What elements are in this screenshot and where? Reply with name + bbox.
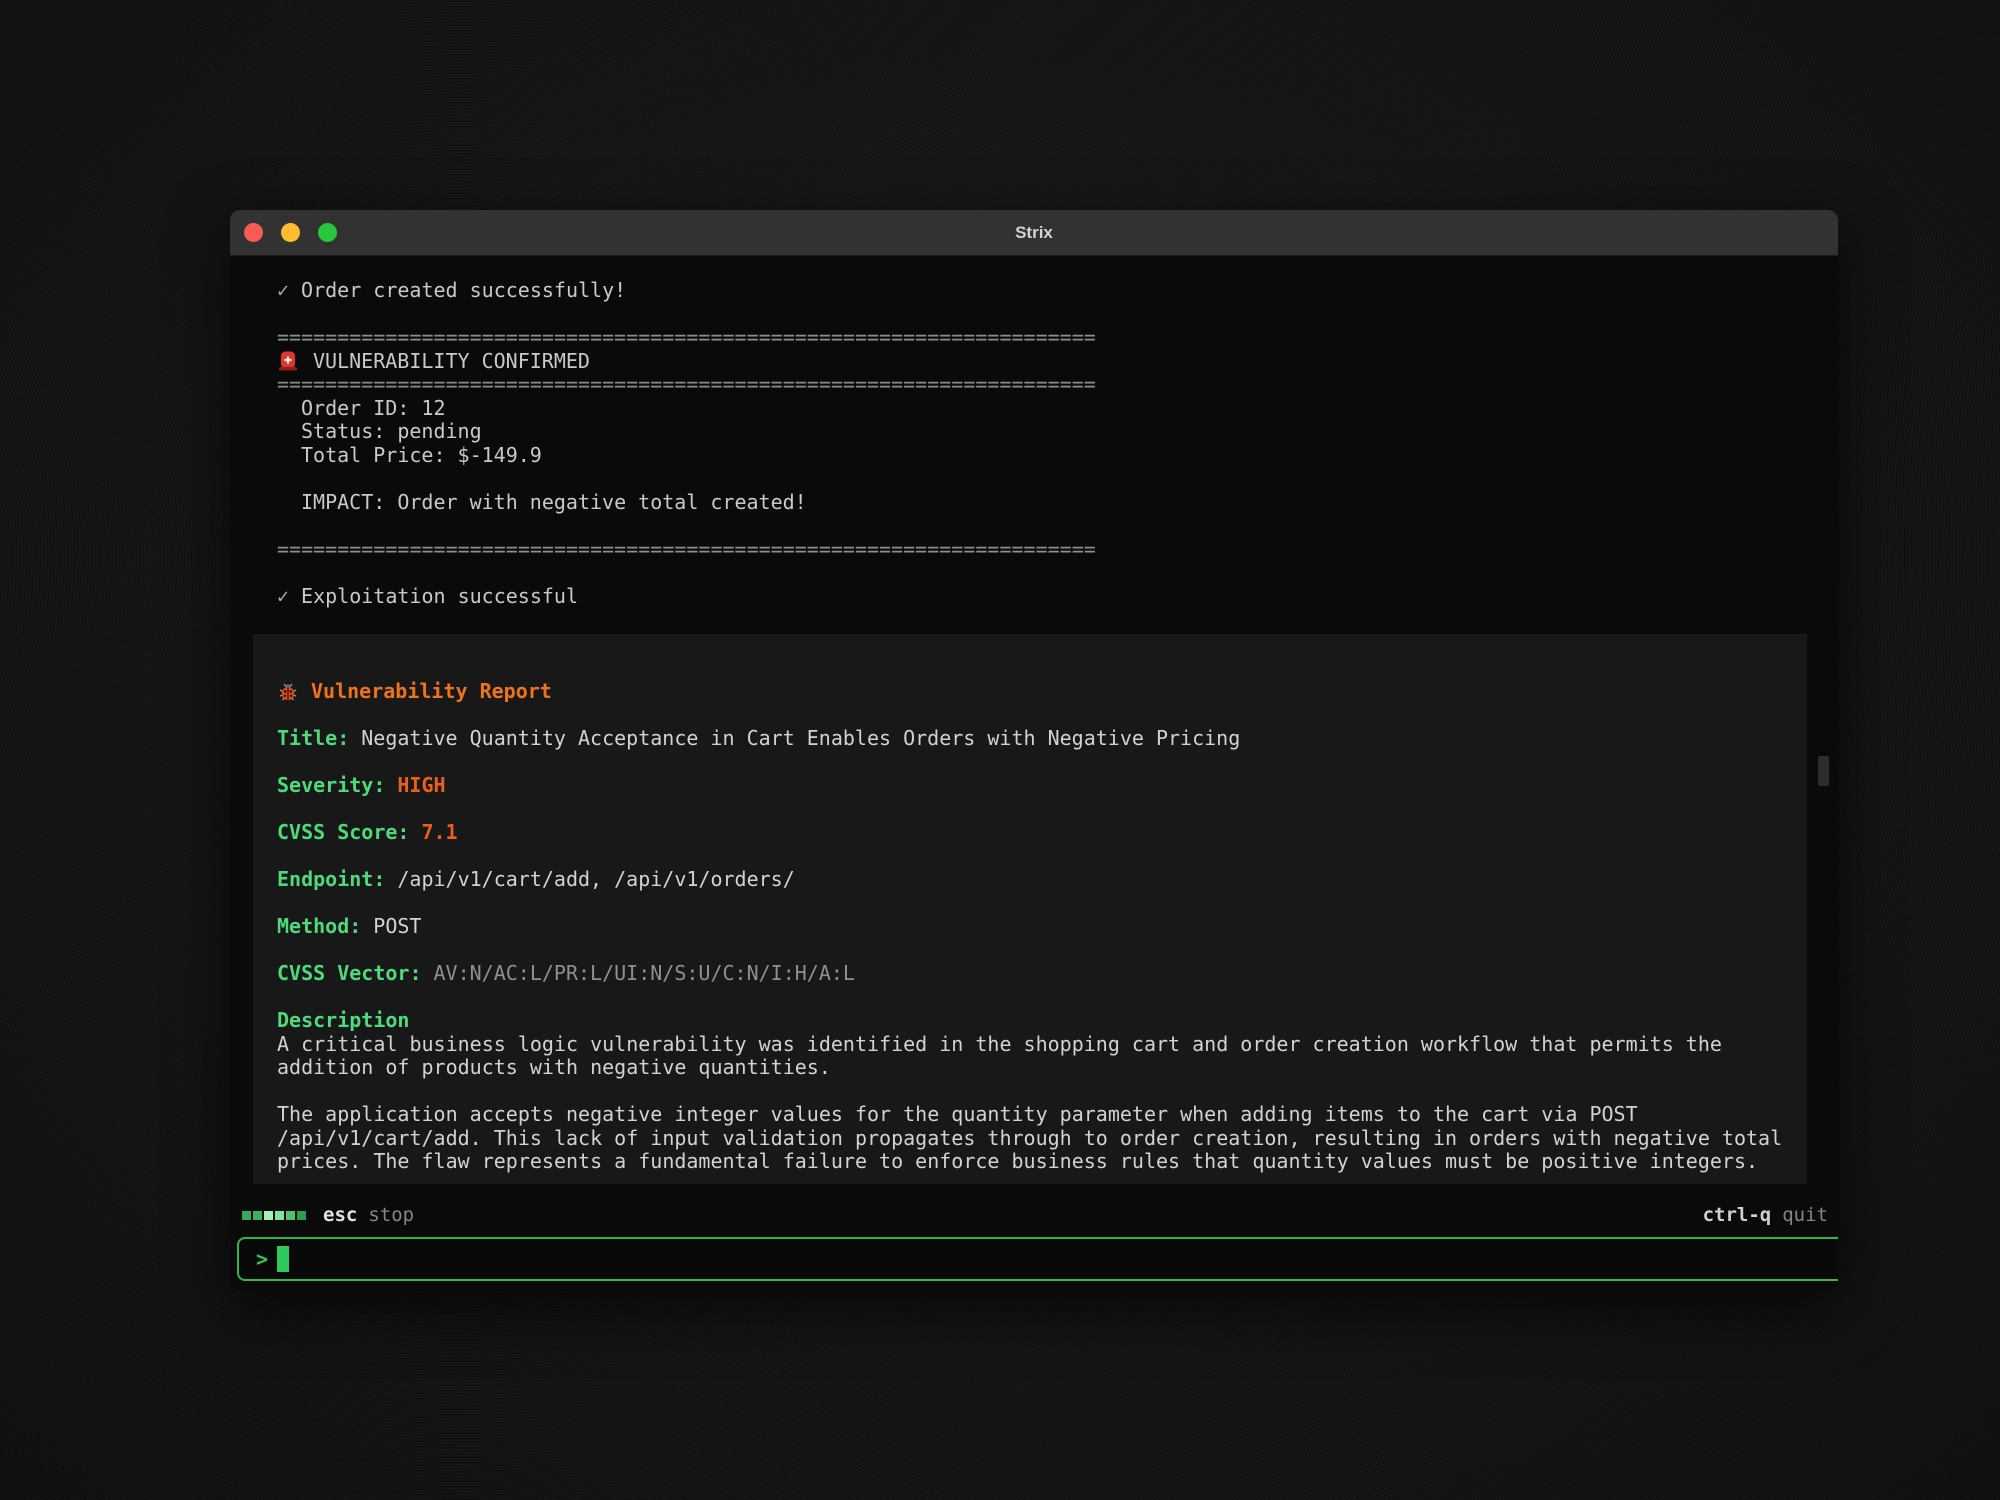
prompt-symbol: > [256,1247,268,1271]
report-header-text: Vulnerability Report [311,680,552,704]
spinner-block [242,1211,251,1220]
spinner-block [264,1211,273,1220]
description-paragraph: The application accepts negative integer… [277,1103,1782,1174]
field-label: Severity: [277,773,385,797]
quit-hint-label: quit [1782,1204,1828,1226]
siren-icon [277,350,299,372]
spacer [277,514,1838,538]
spacer [277,467,1838,491]
field-value: HIGH [397,773,445,797]
terminal-log: ✓ Order created successfully! ===========… [230,256,1838,608]
spinner-block [275,1211,284,1220]
field-label: Title: [277,726,349,750]
log-exploitation-successful: ✓ Exploitation successful [277,585,1838,609]
terminal-scrollback[interactable]: ✓ Order created successfully! ===========… [230,256,1838,1184]
field-value: AV:N/AC:L/PR:L/UI:N/S:U/C:N/I:H/A:L [434,961,855,985]
divider-line: ========================================… [277,373,1838,397]
status-left: esc stop [242,1204,414,1226]
desktop-background: Strix ✓ Order created successfully! =====… [0,0,2000,1500]
field-value: /api/v1/cart/add, /api/v1/orders/ [397,867,794,891]
field-value: 7.1 [421,820,457,844]
status-right: ctrl-q quit [1703,1204,1828,1226]
banner-title-text: VULNERABILITY CONFIRMED [313,350,590,374]
divider-line: ========================================… [277,326,1838,350]
field-value: Negative Quantity Acceptance in Cart Ena… [361,726,1240,750]
field-label: Method: [277,914,361,938]
report-field-cvss-vector: CVSS Vector: AV:N/AC:L/PR:L/UI:N/S:U/C:N/… [277,962,1783,986]
vulnerability-report-panel: Vulnerability Report Title: Negative Quan… [253,634,1807,1184]
spinner-block [297,1211,306,1220]
report-field-cvss-score: CVSS Score: 7.1 [277,821,1783,845]
window-title: Strix [230,210,1838,255]
field-label: CVSS Vector: [277,961,422,985]
stop-hint-label: stop [368,1204,414,1226]
activity-spinner-icon [242,1211,306,1220]
description-heading: Description [277,1009,1783,1033]
spacer [277,303,1838,327]
check-icon: ✓ [277,278,289,302]
spinner-block [253,1211,262,1220]
report-field-method: Method: POST [277,915,1783,939]
impact-line: IMPACT: Order with negative total create… [277,491,1838,515]
window-titlebar[interactable]: Strix [230,210,1838,256]
spacer [277,561,1838,585]
report-header: Vulnerability Report [277,680,1783,704]
status-bar: esc stop ctrl-q quit [230,1198,1838,1232]
bug-icon [277,681,299,703]
ctrl-q-key-hint[interactable]: ctrl-q [1703,1204,1772,1226]
spinner-block [286,1211,295,1220]
terminal-body: ✓ Order created successfully! ===========… [230,256,1838,1290]
check-icon: ✓ [277,584,289,608]
order-status-line: Status: pending [277,420,1838,444]
strix-window: Strix ✓ Order created successfully! =====… [230,210,1838,1290]
total-price-line: Total Price: $-149.9 [277,444,1838,468]
log-order-created-text: Order created successfully! [301,278,626,302]
field-label: CVSS Score: [277,820,409,844]
field-label: Endpoint: [277,867,385,891]
text-cursor-icon [277,1246,289,1272]
command-input[interactable]: > [237,1237,1838,1281]
log-exploitation-text: Exploitation successful [301,584,578,608]
field-value: POST [373,914,421,938]
description-paragraph: A critical business logic vulnerability … [277,1033,1782,1080]
order-id-line: Order ID: 12 [277,397,1838,421]
esc-key-hint[interactable]: esc [323,1204,357,1226]
log-order-created: ✓ Order created successfully! [277,279,1838,303]
report-field-title: Title: Negative Quantity Acceptance in Ca… [277,727,1783,751]
vulnerability-confirmed-banner: VULNERABILITY CONFIRMED [277,350,1838,374]
report-field-severity: Severity: HIGH [277,774,1783,798]
divider-line: ========================================… [277,538,1838,562]
scrollbar-thumb[interactable] [1818,756,1829,786]
report-field-endpoint: Endpoint: /api/v1/cart/add, /api/v1/order… [277,868,1783,892]
